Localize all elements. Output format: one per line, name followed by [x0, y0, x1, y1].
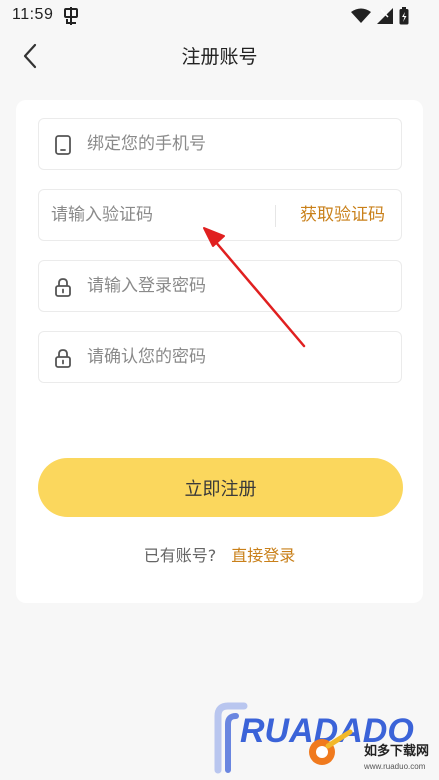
signal-icon — [377, 8, 393, 24]
login-link[interactable]: 直接登录 — [231, 546, 295, 565]
app-notification-icon — [64, 7, 78, 25]
watermark-site-url: www.ruaduo.com — [363, 762, 426, 771]
lock-icon — [55, 278, 71, 297]
page-title: 注册账号 — [181, 46, 258, 68]
phone-icon — [55, 135, 71, 155]
confirm-password-field[interactable] — [38, 331, 402, 383]
site-watermark-logo: RUADADO 如多下载网 www.ruaduo.com — [214, 702, 429, 774]
have-account-text: 已有账号? — [143, 546, 217, 565]
verification-code-field[interactable]: 获取验证码 — [38, 189, 402, 241]
verification-code-input[interactable] — [51, 190, 271, 240]
password-field[interactable] — [38, 260, 402, 312]
battery-icon — [399, 7, 409, 25]
header: 注册账号 — [0, 32, 439, 80]
status-time: 11:59 — [12, 6, 54, 23]
code-divider — [275, 205, 276, 227]
status-bar: 11:59 — [0, 0, 439, 32]
watermark-site-name: 如多下载网 — [364, 743, 429, 759]
wifi-icon — [351, 8, 371, 23]
lock-icon — [55, 349, 71, 368]
password-input[interactable] — [87, 261, 387, 311]
confirm-password-input[interactable] — [87, 332, 387, 382]
status-indicators — [351, 6, 409, 26]
phone-field[interactable] — [38, 118, 402, 170]
login-row: 已有账号? 直接登录 — [0, 542, 439, 566]
phone-input[interactable] — [87, 119, 387, 169]
get-code-button[interactable]: 获取验证码 — [300, 190, 385, 240]
register-button[interactable]: 立即注册 — [38, 458, 403, 517]
